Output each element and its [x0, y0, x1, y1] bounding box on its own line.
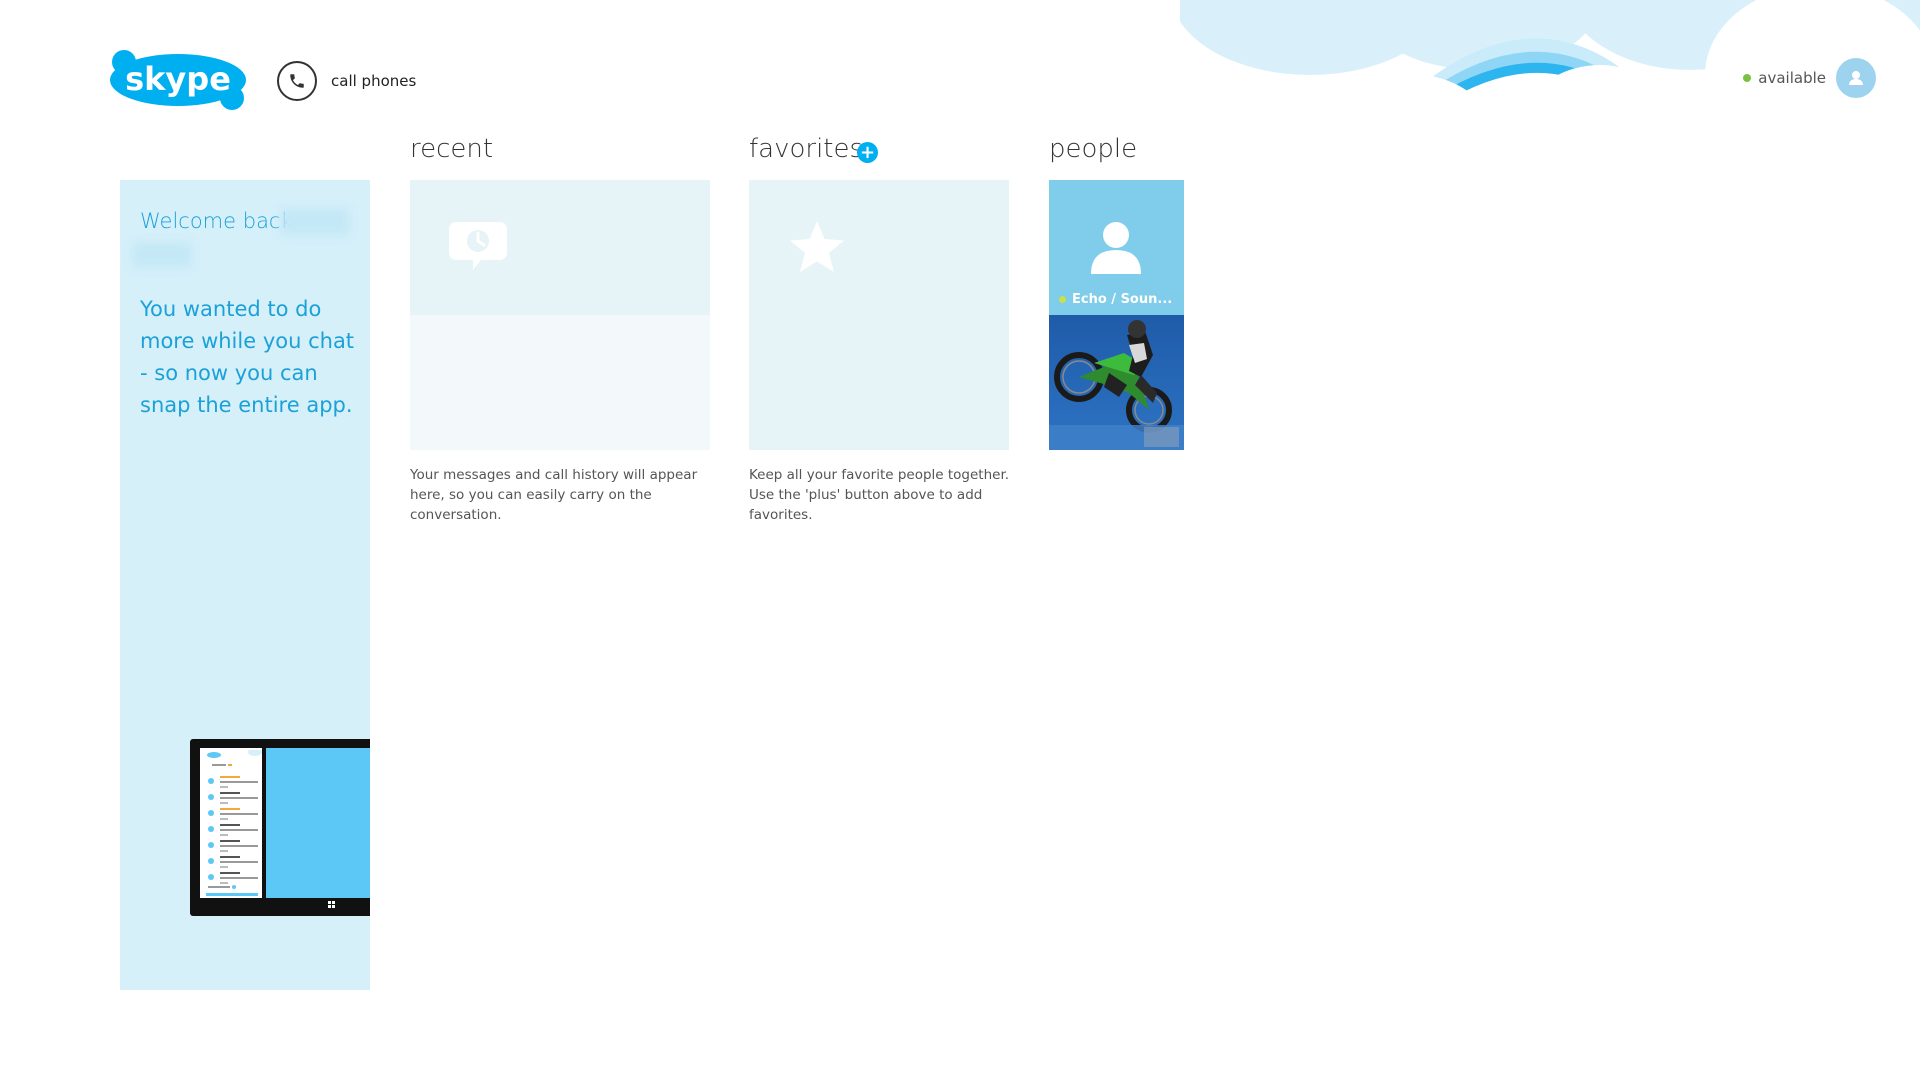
recent-heading: recent [410, 134, 494, 164]
snap-preview-app-pane [266, 748, 370, 898]
snap-app-preview-image [190, 739, 370, 916]
blurred-username [280, 208, 350, 236]
skype-logo-text: skype [125, 60, 231, 98]
contact-status-dot [1059, 296, 1066, 303]
contact-tile[interactable]: Echo / Soun... [1049, 180, 1184, 315]
status-indicator[interactable]: available [1743, 58, 1876, 98]
status-dot [1743, 74, 1752, 82]
recent-tile-top [410, 180, 710, 315]
call-phones-button[interactable]: call phones [277, 59, 416, 103]
phone-icon [277, 61, 317, 101]
welcome-tile: Welcome back You wanted to do more while… [120, 180, 370, 990]
status-label: available [1758, 69, 1826, 87]
person-placeholder-icon [1091, 222, 1141, 274]
blurred-username-line2 [132, 242, 192, 268]
recent-tile[interactable] [410, 180, 710, 450]
add-favorite-plus-icon[interactable]: + [857, 142, 878, 163]
welcome-message: You wanted to do more while you chat - s… [140, 297, 355, 417]
contact-photo-motocross[interactable] [1049, 315, 1184, 450]
star-icon [790, 221, 844, 272]
call-phones-label: call phones [331, 72, 417, 90]
favorites-tile[interactable] [749, 180, 1009, 450]
recent-description: Your messages and call history will appe… [410, 467, 698, 523]
user-avatar-icon[interactable] [1836, 58, 1876, 98]
people-heading: people [1049, 134, 1138, 164]
welcome-title: Welcome back [140, 209, 293, 233]
recent-clock-icon [449, 222, 507, 270]
contact-name: Echo / Soun... [1059, 292, 1172, 307]
windows-logo-icon [328, 901, 335, 908]
favorites-description: Keep all your favorite people together. … [749, 467, 1010, 523]
favorites-heading: favorites [749, 134, 864, 164]
snap-preview-skype-pane [200, 748, 262, 898]
contact-name-label: Echo / Soun... [1072, 292, 1173, 307]
skype-logo: skype [110, 50, 246, 110]
snap-preview-header [207, 750, 262, 758]
